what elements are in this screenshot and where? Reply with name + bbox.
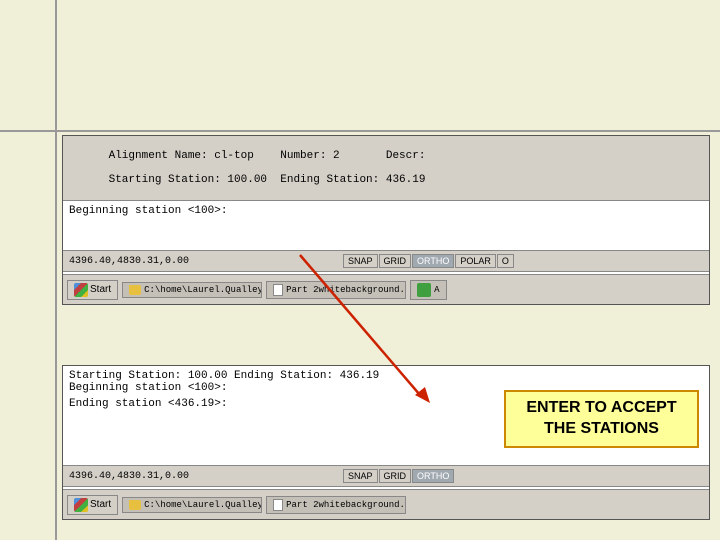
start-label-bottom: Start [90, 499, 111, 510]
cad-panel-bottom: Starting Station: 100.00 Ending Station:… [62, 365, 710, 520]
green-icon-top [417, 283, 431, 297]
windows-logo-bottom [74, 498, 88, 512]
polar-button-top[interactable]: POLAR [455, 254, 496, 268]
cad-panel-top: Alignment Name: cl-top Number: 2 Descr: … [62, 135, 710, 305]
taskbar-folder-top[interactable]: C:\home\Laurel.Qualley\... [122, 282, 262, 298]
grid-button-top[interactable]: GRID [379, 254, 412, 268]
snap-button-bottom[interactable]: SNAP [343, 469, 378, 483]
snap-button-top[interactable]: SNAP [343, 254, 378, 268]
bottom-line1: Starting Station: 100.00 Ending Station:… [69, 370, 703, 382]
tooltip-line2: THE STATIONS [516, 419, 687, 440]
alignment-info-line1: Alignment Name: cl-top Number: 2 Descr: [109, 150, 426, 162]
taskbar-file-bottom[interactable]: Part 2whitebackground... [266, 496, 406, 514]
taskbar-top: Start C:\home\Laurel.Qualley\... Part 2w… [63, 274, 709, 304]
taskbar-file-label-bottom: Part 2whitebackground... [286, 500, 406, 510]
taskbar-extra-label-top: A [434, 285, 439, 295]
top-divider-line [0, 130, 720, 132]
start-label-top: Start [90, 284, 111, 295]
grid-button-bottom[interactable]: GRID [379, 469, 412, 483]
beginning-station-prompt: Beginning station <100>: [69, 205, 227, 217]
file-icon-bottom [273, 499, 283, 511]
windows-logo-top [74, 283, 88, 297]
folder-icon-bottom [129, 500, 141, 510]
command-prompt-top: Beginning station <100>: [63, 201, 709, 225]
taskbar-folder-bottom[interactable]: C:\home\Laurel.Qualley\... [122, 497, 262, 513]
taskbar-bottom: Start C:\home\Laurel.Qualley\... Part 2w… [63, 489, 709, 519]
folder-icon-top [129, 285, 141, 295]
file-icon-top [273, 284, 283, 296]
coordinates-bottom: 4396.40,4830.31,0.00 [63, 471, 263, 482]
taskbar-file-label-top: Part 2whitebackground.... [286, 285, 406, 295]
left-divider-line [55, 0, 57, 540]
start-button-top[interactable]: Start [67, 280, 118, 300]
page-container: Alignment Name: cl-top Number: 2 Descr: … [0, 0, 720, 540]
accept-tooltip: ENTER TO ACCEPT THE STATIONS [504, 390, 699, 448]
coordinate-bar-top: 4396.40,4830.31,0.00 SNAP GRID ORTHO POL… [63, 250, 709, 272]
tooltip-line1: ENTER TO ACCEPT [516, 398, 687, 419]
taskbar-file-top[interactable]: Part 2whitebackground.... [266, 281, 406, 299]
taskbar-extra-top[interactable]: A [410, 280, 446, 300]
taskbar-folder-label-top: C:\home\Laurel.Qualley\... [144, 285, 262, 295]
snap-buttons-top: SNAP GRID ORTHO POLAR O [343, 254, 515, 268]
o-button-top[interactable]: O [497, 254, 514, 268]
alignment-info-line2: Starting Station: 100.00 Ending Station:… [109, 174, 426, 186]
ortho-button-bottom[interactable]: ORTHO [412, 469, 454, 483]
coordinates-top: 4396.40,4830.31,0.00 [63, 256, 263, 267]
ortho-button-top[interactable]: ORTHO [412, 254, 454, 268]
start-button-bottom[interactable]: Start [67, 495, 118, 515]
alignment-info: Alignment Name: cl-top Number: 2 Descr: … [63, 136, 709, 201]
snap-buttons-bottom: SNAP GRID ORTHO [343, 469, 455, 483]
coordinate-bar-bottom: 4396.40,4830.31,0.00 SNAP GRID ORTHO ENT… [63, 465, 709, 487]
taskbar-folder-label-bottom: C:\home\Laurel.Qualley\... [144, 500, 262, 510]
